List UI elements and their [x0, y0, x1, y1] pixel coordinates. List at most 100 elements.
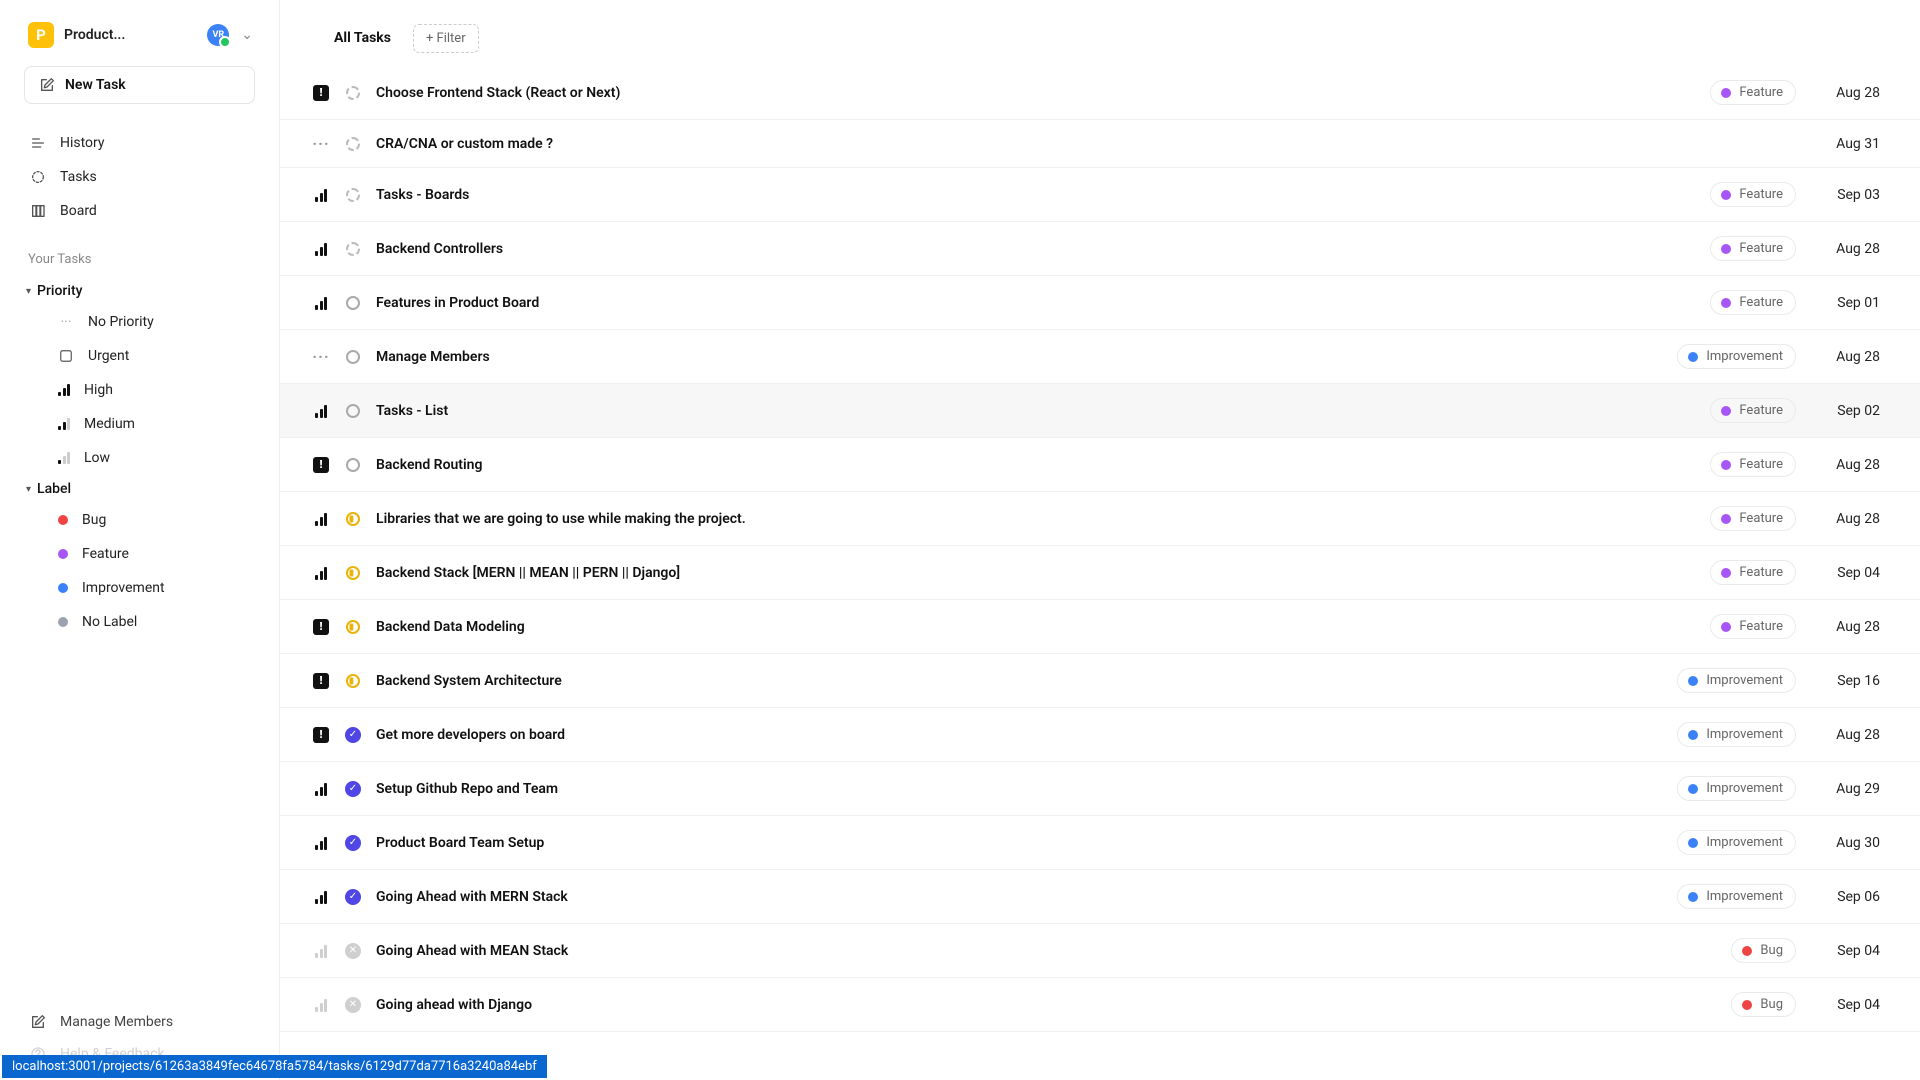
nav-item-history[interactable]: History [0, 126, 279, 160]
nav-item-tasks[interactable]: Tasks [0, 160, 279, 194]
new-task-button[interactable]: New Task [24, 66, 255, 104]
task-row[interactable]: ✓ Setup Github Repo and Team Improvement… [280, 762, 1920, 816]
status-cell[interactable] [344, 404, 362, 418]
label-chip[interactable]: Feature [1710, 236, 1796, 261]
label-chip[interactable]: Improvement [1677, 344, 1796, 369]
status-cell[interactable]: ✓ [344, 781, 362, 797]
label-chip[interactable]: Feature [1710, 398, 1796, 423]
task-row[interactable]: ! Choose Frontend Stack (React or Next) … [280, 66, 1920, 120]
filter-label-improvement[interactable]: Improvement [0, 571, 279, 605]
label-chip[interactable]: Feature [1710, 560, 1796, 585]
priority-cell[interactable] [312, 998, 330, 1012]
label-chip[interactable]: Bug [1731, 992, 1796, 1017]
label-chip[interactable]: Improvement [1677, 668, 1796, 693]
status-backlog-icon [346, 242, 360, 256]
label-chip[interactable]: Improvement [1677, 722, 1796, 747]
status-cell[interactable] [344, 674, 362, 688]
filter-priority-medium[interactable]: Medium [0, 407, 279, 441]
chevron-down-icon[interactable]: ⌄ [239, 27, 255, 43]
priority-cell[interactable]: ··· [312, 347, 330, 366]
status-cell[interactable] [344, 512, 362, 526]
priority-cell[interactable]: ! [312, 457, 330, 473]
task-row[interactable]: ! ✓ Get more developers on board Improve… [280, 708, 1920, 762]
status-cell[interactable] [344, 242, 362, 256]
filter-label-nolabel[interactable]: No Label [0, 605, 279, 639]
task-row[interactable]: ! Backend System Architecture Improvemen… [280, 654, 1920, 708]
status-cell[interactable]: ✕ [344, 943, 362, 959]
label-chip[interactable]: Feature [1710, 614, 1796, 639]
sidebar-header: P Product... VR ⌄ [0, 22, 279, 66]
task-row[interactable]: ✓ Going Ahead with MERN Stack Improvemen… [280, 870, 1920, 924]
status-cell[interactable]: ✓ [344, 727, 362, 743]
task-row[interactable]: ! Backend Routing Feature Aug 28 [280, 438, 1920, 492]
priority-cell[interactable] [312, 404, 330, 418]
task-row[interactable]: ✕ Going Ahead with MEAN Stack Bug Sep 04 [280, 924, 1920, 978]
task-row[interactable]: Features in Product Board Feature Sep 01 [280, 276, 1920, 330]
status-cell[interactable] [344, 566, 362, 580]
priority-cell[interactable]: ··· [312, 134, 330, 153]
group-label-header[interactable]: ▾ Label [0, 475, 279, 503]
label-chip[interactable]: Improvement [1677, 884, 1796, 909]
label-chip[interactable]: Feature [1710, 80, 1796, 105]
label-chip[interactable]: Feature [1710, 290, 1796, 315]
status-cell[interactable] [344, 296, 362, 310]
footer-manage-members[interactable]: Manage Members [0, 1006, 279, 1038]
priority-bars-icon [315, 296, 327, 310]
label-chip[interactable]: Feature [1710, 452, 1796, 477]
task-row[interactable]: Tasks - List Feature Sep 02 [280, 384, 1920, 438]
priority-bars-icon [315, 404, 327, 418]
priority-cell[interactable]: ! [312, 673, 330, 689]
status-cell[interactable]: ✓ [344, 889, 362, 905]
priority-cell[interactable] [312, 242, 330, 256]
task-row[interactable]: ! Backend Data Modeling Feature Aug 28 [280, 600, 1920, 654]
label-chip[interactable]: Feature [1710, 506, 1796, 531]
group-priority-header[interactable]: ▾ Priority [0, 277, 279, 305]
priority-urgent-icon: ! [313, 619, 329, 635]
task-row[interactable]: Libraries that we are going to use while… [280, 492, 1920, 546]
priority-cell[interactable] [312, 782, 330, 796]
priority-cell[interactable] [312, 188, 330, 202]
filter-priority-urgent[interactable]: Urgent [0, 339, 279, 373]
priority-cell[interactable] [312, 890, 330, 904]
status-cell[interactable] [344, 350, 362, 364]
task-row[interactable]: Backend Stack [MERN || MEAN || PERN || D… [280, 546, 1920, 600]
add-filter-button[interactable]: + Filter [413, 24, 479, 53]
priority-cell[interactable] [312, 296, 330, 310]
status-cell[interactable]: ✓ [344, 835, 362, 851]
priority-cell[interactable]: ! [312, 85, 330, 101]
filter-label-bug[interactable]: Bug [0, 503, 279, 537]
status-cell[interactable] [344, 458, 362, 472]
status-cell[interactable] [344, 86, 362, 100]
task-row[interactable]: ··· CRA/CNA or custom made ? Aug 31 [280, 120, 1920, 168]
priority-cell[interactable] [312, 512, 330, 526]
label-chip[interactable]: Improvement [1677, 776, 1796, 801]
label-text: Improvement [1706, 673, 1783, 688]
avatar[interactable]: VR [207, 24, 229, 46]
label-chip[interactable]: Feature [1710, 182, 1796, 207]
filter-label-feature[interactable]: Feature [0, 537, 279, 571]
priority-cell[interactable]: ! [312, 727, 330, 743]
filter-priority-none[interactable]: ··· No Priority [0, 305, 279, 339]
label-chip[interactable]: Bug [1731, 938, 1796, 963]
status-cell[interactable] [344, 137, 362, 151]
task-row[interactable]: ✓ Product Board Team Setup Improvement A… [280, 816, 1920, 870]
priority-cell[interactable] [312, 944, 330, 958]
label-chip[interactable]: Improvement [1677, 830, 1796, 855]
label-text: Feature [1739, 511, 1783, 526]
project-name[interactable]: Product... [64, 27, 197, 43]
task-row[interactable]: ✕ Going ahead with Django Bug Sep 04 [280, 978, 1920, 1032]
status-cell[interactable] [344, 620, 362, 634]
status-cell[interactable]: ✕ [344, 997, 362, 1013]
task-row[interactable]: Tasks - Boards Feature Sep 03 [280, 168, 1920, 222]
task-row[interactable]: ··· Manage Members Improvement Aug 28 [280, 330, 1920, 384]
priority-cell[interactable]: ! [312, 619, 330, 635]
filter-priority-high[interactable]: High [0, 373, 279, 407]
nav-item-board[interactable]: Board [0, 194, 279, 228]
priority-cell[interactable] [312, 566, 330, 580]
filter-priority-low[interactable]: Low [0, 441, 279, 475]
tab-all-tasks[interactable]: All Tasks [330, 22, 395, 54]
task-row[interactable]: Backend Controllers Feature Aug 28 [280, 222, 1920, 276]
status-cell[interactable] [344, 188, 362, 202]
priority-cell[interactable] [312, 836, 330, 850]
status-done-icon: ✓ [345, 889, 361, 905]
